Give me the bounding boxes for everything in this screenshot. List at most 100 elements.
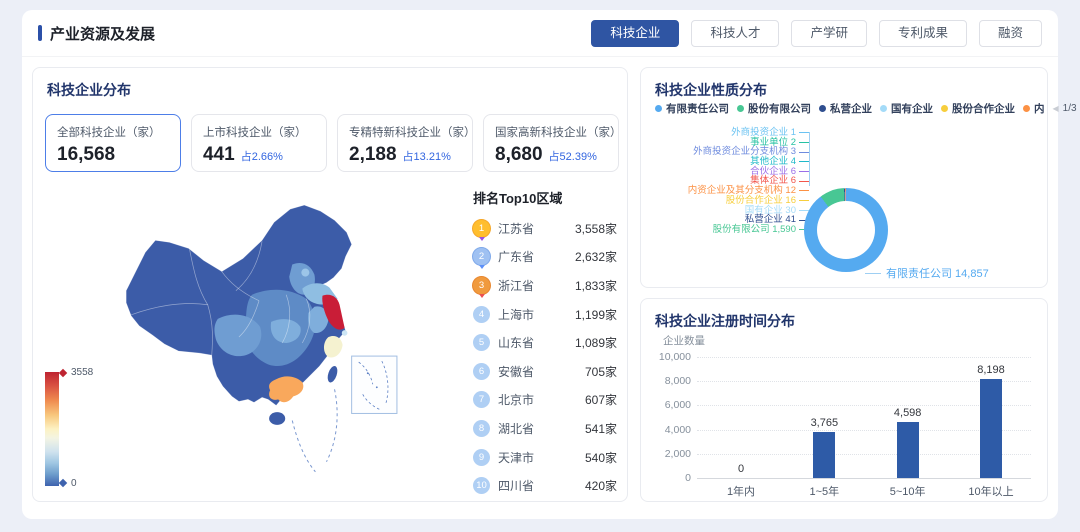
legend-item-4[interactable]: 股份合作企业 — [941, 101, 1015, 116]
bar-1~5年[interactable] — [813, 432, 835, 478]
stat-card-value: 2,188 — [349, 144, 397, 166]
panel-tech-enterprise-distribution: 科技企业分布 全部科技企业（家）16,568 上市科技企业（家） 441占2.66%… — [32, 67, 628, 502]
map-inset-box — [352, 356, 397, 413]
donut-callout-connector — [809, 132, 810, 186]
top10-region-value: 420家 — [585, 477, 617, 494]
stat-card-value: 16,568 — [57, 144, 115, 166]
stat-card-label: 专精特新科技企业（家） — [349, 124, 461, 140]
top10-region-name: 四川省 — [498, 477, 534, 494]
tab-4[interactable]: 融资 — [979, 20, 1042, 47]
rank-medal-icon: 3 — [473, 277, 490, 294]
bar-chart[interactable]: 02,0004,0006,0008,00010,00001年内3,7651~5年… — [641, 299, 1047, 501]
tab-1[interactable]: 科技人才 — [691, 20, 779, 47]
legend-item-0[interactable]: 有限责任公司 — [655, 101, 729, 116]
bar-value-label: 3,765 — [811, 417, 839, 429]
stat-card-3[interactable]: 国家高新科技企业（家） 8,680 占52.39% — [483, 114, 619, 172]
map-region-hainan — [269, 412, 285, 425]
stat-card-value-row: 441占2.66% — [203, 144, 315, 166]
bar-10年以上[interactable] — [980, 379, 1002, 478]
legend-label: 私营企业 — [830, 101, 872, 116]
page-header: 产业资源及发展 科技企业科技人才产学研专利成果融资 — [22, 10, 1058, 57]
rank-number-icon: 6 — [473, 363, 490, 380]
rank-number-icon: 9 — [473, 449, 490, 466]
top10-row-5: 5山东省1,089家 — [473, 328, 617, 357]
color-scale-gradient-bar[interactable] — [45, 372, 59, 486]
stat-card-value: 441 — [203, 144, 235, 166]
bar-category-label: 1~5年 — [809, 483, 839, 499]
legend-label: 有限责任公司 — [666, 101, 729, 116]
donut-label-line — [799, 190, 809, 191]
stat-card-label: 国家高新科技企业（家） — [495, 124, 607, 140]
rank-number-icon: 10 — [473, 477, 490, 494]
legend-dot — [737, 105, 744, 112]
tab-2[interactable]: 产学研 — [791, 20, 867, 47]
rank-number-icon: 8 — [473, 420, 490, 437]
stat-card-row: 全部科技企业（家）16,568 上市科技企业（家） 441占2.66% 专精特新科技企… — [45, 114, 619, 172]
legend-item-1[interactable]: 股份有限公司 — [737, 101, 811, 116]
tab-0-active[interactable]: 科技企业 — [591, 20, 679, 47]
bar-value-label: 8,198 — [977, 364, 1005, 376]
top10-rows: 1江苏省3,558家2广东省2,632家3浙江省1,833家4上海市1,199家… — [473, 214, 617, 500]
panel-enterprise-nature-distribution: 科技企业性质分布 有限责任公司股份有限公司私营企业国有企业股份合作企业内◀1/3… — [640, 67, 1048, 288]
legend-prev-arrow-icon[interactable]: ◀ — [1053, 104, 1059, 113]
top10-region-value: 3,558家 — [575, 220, 617, 237]
title-accent-bar — [38, 25, 42, 41]
tab-bar: 科技企业科技人才产学研专利成果融资 — [591, 20, 1042, 47]
color-scale-min-marker — [59, 479, 67, 487]
top10-row-1: 1 江苏省 3,558家 — [473, 214, 617, 243]
bar-chart-baseline — [697, 478, 1031, 479]
donut-label-line — [799, 142, 809, 143]
map-inset-island — [367, 372, 369, 374]
stat-card-0[interactable]: 全部科技企业（家）16,568 — [45, 114, 181, 172]
legend-item-3[interactable]: 国有企业 — [880, 101, 933, 116]
rank-number-icon: 7 — [473, 391, 490, 408]
bar-5~10年[interactable] — [897, 422, 919, 478]
bar-chart-y-tick: 2,000 — [647, 448, 691, 460]
donut-label-股份有限公司: 股份有限公司 1,590 — [641, 225, 809, 235]
stat-card-1[interactable]: 上市科技企业（家） 441占2.66% — [191, 114, 327, 172]
map-color-scale: 3558 0 — [45, 366, 115, 496]
map-region-guangdong — [269, 376, 303, 402]
stat-card-2[interactable]: 专精特新科技企业（家） 2,188占13.21% — [337, 114, 473, 172]
bar-category-label: 5~10年 — [890, 483, 926, 499]
top10-region-name: 广东省 — [498, 248, 534, 265]
donut-label-line — [799, 200, 809, 201]
legend-item-5[interactable]: 内 — [1023, 101, 1045, 116]
top10-region-value: 1,833家 — [575, 277, 617, 294]
stat-card-value: 8,680 — [495, 144, 543, 166]
top10-region-name: 上海市 — [498, 306, 534, 323]
top10-region-value: 705家 — [585, 363, 617, 380]
legend-label: 股份合作企业 — [952, 101, 1015, 116]
map-region-shanghai — [342, 330, 348, 336]
china-map-svg — [95, 186, 407, 498]
legend-item-2[interactable]: 私营企业 — [819, 101, 872, 116]
legend-page-indicator: 1/3 — [1063, 103, 1077, 114]
donut-chart[interactable] — [804, 188, 888, 272]
bar-category-label: 10年以上 — [968, 483, 1013, 499]
map-inset-island — [376, 386, 378, 388]
china-choropleth-map[interactable] — [95, 186, 407, 498]
map-nine-dash-line — [292, 389, 337, 472]
top10-region-name: 江苏省 — [498, 220, 534, 237]
stat-card-percent: 占52.39% — [549, 148, 597, 164]
panel-registration-time-distribution: 科技企业注册时间分布 企业数量 02,0004,0006,0008,00010,… — [640, 298, 1048, 502]
legend-dot — [880, 105, 887, 112]
tab-3[interactable]: 专利成果 — [879, 20, 967, 47]
legend-dot — [819, 105, 826, 112]
donut-label-line — [799, 152, 809, 153]
legend-dot — [941, 105, 948, 112]
panel-title: 科技企业分布 — [47, 80, 131, 100]
top10-title: 排名Top10区域 — [473, 188, 617, 207]
top10-region-ranking: 排名Top10区域 1江苏省3,558家2广东省2,632家3浙江省1,833家… — [473, 188, 617, 500]
bar-chart-gridline — [697, 357, 1031, 358]
map-region-taiwan — [326, 365, 339, 384]
top10-row-9: 9天津市540家 — [473, 443, 617, 472]
bar-value-label: 4,598 — [894, 407, 922, 419]
rank-medal-icon: 2 — [473, 248, 490, 265]
donut-label-line — [799, 181, 809, 182]
bar-chart-y-tick: 8,000 — [647, 375, 691, 387]
stat-card-label: 上市科技企业（家） — [203, 124, 315, 140]
rank-medal-icon: 1 — [473, 220, 490, 237]
stat-card-value-row: 2,188占13.21% — [349, 144, 461, 166]
legend-pagination: ◀1/3▶ — [1053, 103, 1080, 114]
